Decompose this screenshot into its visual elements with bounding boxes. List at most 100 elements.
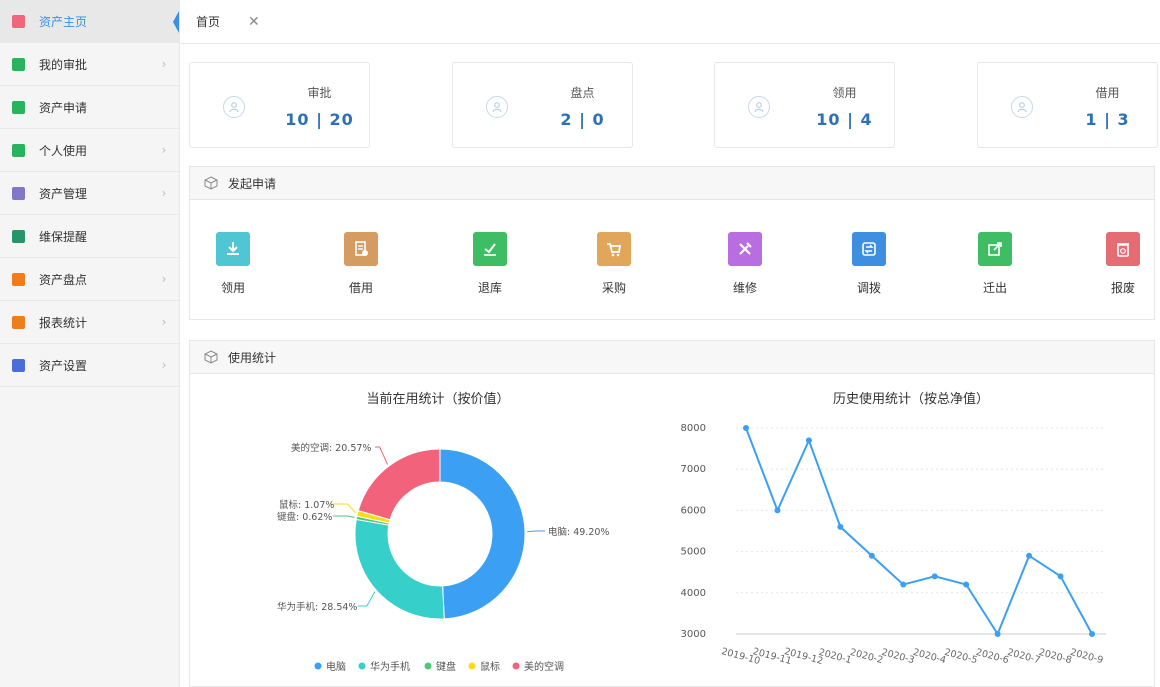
menu-icon [12, 272, 25, 286]
x-tick-label: 2020-9 [1069, 647, 1104, 666]
chevron-right-icon: › [161, 272, 167, 286]
action-label: 迁出 [982, 281, 1007, 295]
user-icon [223, 96, 245, 118]
sidebar-item-5[interactable]: 资产管理 › [0, 172, 179, 215]
chart-title: 历史使用统计（按总净值） [833, 391, 989, 407]
cart-icon [597, 232, 631, 266]
legend-label: 电脑 [326, 660, 346, 673]
menu-icon [12, 315, 25, 329]
main-content: 首页 ✕ 审批 10 | 20 盘点 2 | 0 领用 10 | 4 借用 1 | 3 发起申… [181, 0, 1160, 687]
action-label: 领用 [220, 281, 245, 295]
legend-label: 键盘 [436, 660, 456, 673]
y-tick-label: 4000 [681, 588, 706, 599]
legend-marker [512, 662, 520, 670]
sidebar-item-label: 资产盘点 [39, 272, 88, 287]
y-tick-label: 7000 [681, 464, 706, 475]
data-point [837, 523, 844, 530]
sidebar-item-3[interactable]: 资产申请 [0, 86, 179, 129]
action-label: 退库 [477, 281, 502, 295]
pie-label: 华为手机: 28.54% [277, 601, 357, 613]
legend-marker [424, 662, 432, 670]
y-tick-label: 5000 [681, 547, 706, 558]
sidebar-item-6[interactable]: 维保提醒 [0, 215, 179, 258]
close-icon[interactable]: ✕ [248, 14, 260, 30]
tab-home[interactable]: 首页 ✕ [196, 13, 260, 30]
sidebar-item-label: 个人使用 [39, 143, 88, 158]
data-point [868, 552, 875, 559]
action-button[interactable]: 领用 [203, 232, 263, 296]
x-tick-label: 2020-7 [1006, 647, 1041, 666]
chevron-right-icon: › [161, 358, 167, 372]
legend-label: 华为手机 [370, 660, 410, 673]
legend-marker [314, 662, 322, 670]
sidebar-item-2[interactable]: 我的审批 › [0, 43, 179, 86]
action-button[interactable]: 维修 [715, 232, 775, 296]
sidebar-item-4[interactable]: 个人使用 › [0, 129, 179, 172]
user-icon [1011, 96, 1033, 118]
x-tick-label: 2020-6 [975, 647, 1010, 666]
apply-panel-header: 发起申请 [189, 166, 1155, 200]
series-line [745, 427, 1093, 637]
stat-title: 领用 [832, 86, 857, 100]
stat-card[interactable]: 审批 10 | 20 [189, 62, 370, 148]
menu-icon [12, 14, 25, 28]
menu-icon [12, 100, 25, 114]
sidebar-item-8[interactable]: 报表统计 › [0, 301, 179, 344]
y-tick-label: 8000 [681, 423, 706, 434]
stat-value: 10 | 4 [816, 110, 873, 129]
chevron-right-icon: › [161, 143, 167, 157]
pie-chart: 当前在用统计（按价值） 电脑: 49.20% 华为手机: 28.54% 键盘: 0.6… [277, 391, 609, 673]
usage-panel-title: 使用统计 [228, 350, 277, 365]
action-button[interactable]: 调拨 [839, 232, 899, 296]
usage-panel-header: 使用统计 [189, 340, 1155, 374]
data-point [774, 507, 781, 514]
stat-value: 10 | 20 [285, 110, 354, 129]
stat-value: 1 | 3 [1085, 110, 1130, 129]
data-point [1057, 573, 1064, 580]
menu-icon [12, 229, 25, 243]
action-label: 调拨 [856, 281, 881, 295]
sidebar: 资产主页 我的审批 › 资产申请 个人使用 › 资产管理 › 维保提醒 资产盘点 › 报表统计 › 资产设… [0, 0, 180, 687]
active-indicator-icon [173, 11, 179, 33]
transfer-icon [852, 232, 886, 266]
action-label: 采购 [601, 281, 626, 295]
tab-label: 首页 [196, 15, 221, 29]
stat-card[interactable]: 盘点 2 | 0 [452, 62, 633, 148]
y-tick-label: 6000 [681, 505, 706, 516]
action-button[interactable]: 借用 [331, 232, 391, 296]
data-point [931, 573, 938, 580]
sidebar-item-label: 维保提醒 [39, 229, 88, 244]
x-tick-label: 2020-3 [880, 647, 915, 666]
action-button[interactable]: 报废 [1093, 232, 1153, 296]
sidebar-item-1[interactable]: 资产主页 [0, 0, 179, 43]
sidebar-item-label: 我的审批 [39, 57, 88, 72]
cube-icon [204, 350, 218, 364]
menu-icon [12, 57, 25, 71]
user-icon [486, 96, 508, 118]
usage-panel-body: 当前在用统计（按价值） 电脑: 49.20% 华为手机: 28.54% 键盘: 0.6… [189, 374, 1155, 687]
trash-icon [1106, 232, 1140, 266]
chart-title: 当前在用统计（按价值） [366, 391, 509, 407]
sidebar-item-label: 资产设置 [39, 358, 88, 373]
data-point [900, 581, 907, 588]
action-button[interactable]: 采购 [584, 232, 644, 296]
pie-slice [439, 448, 526, 620]
stat-title: 借用 [1095, 86, 1120, 100]
legend-marker [358, 662, 366, 670]
apply-panel-title: 发起申请 [228, 176, 277, 191]
stat-card[interactable]: 借用 1 | 3 [977, 62, 1158, 148]
sidebar-item-9[interactable]: 资产设置 › [0, 344, 179, 387]
x-tick-label: 2020-4 [912, 647, 947, 666]
chevron-right-icon: › [161, 315, 167, 329]
sidebar-item-7[interactable]: 资产盘点 › [0, 258, 179, 301]
chevron-right-icon: › [161, 186, 167, 200]
y-tick-label: 3000 [681, 629, 706, 640]
action-button[interactable]: 退库 [460, 232, 520, 296]
sidebar-item-label: 资产申请 [39, 100, 88, 115]
pie-label: 鼠标: 1.07% [279, 499, 334, 511]
stat-card[interactable]: 领用 10 | 4 [714, 62, 895, 148]
stat-value: 2 | 0 [560, 110, 605, 129]
menu-icon [12, 358, 25, 372]
action-button[interactable]: 迁出 [965, 232, 1025, 296]
legend-label: 鼠标 [480, 660, 500, 673]
